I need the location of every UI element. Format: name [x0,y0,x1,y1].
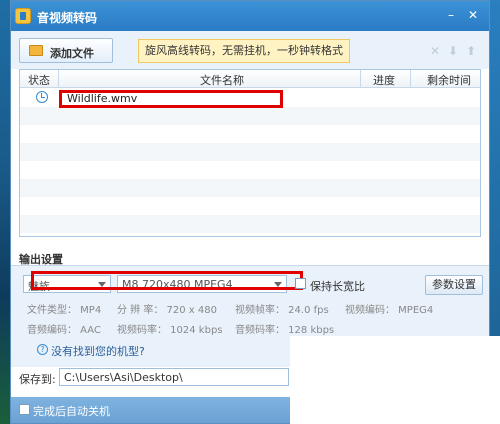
info-video-fps: 视频帧率： 24.0 fps [235,305,329,316]
toolbar: 添加文件 旋风高线转码，无需挂机，一秒钟转格式 ✕ ⬇ ⬆ [11,31,489,69]
empty-row [20,197,480,215]
column-divider [360,70,361,88]
info-audio-codec: 音频编码： AAC [27,325,101,336]
promo-banner[interactable]: 旋风高线转码，无需挂机，一秒钟转格式 [138,39,350,63]
empty-row [20,107,480,125]
format-highlight-box [31,271,303,290]
title-bar[interactable]: 音视频转码 – ✕ [11,1,489,31]
info-file-type: 文件类型： MP4 [27,305,102,316]
keep-ratio-label: 保持长宽比 [310,280,365,293]
clock-icon [36,91,48,103]
column-divider [410,70,411,88]
table-header: 状态 文件名称 进度 剩余时间 [20,70,480,88]
keep-ratio-checkbox[interactable] [295,278,306,289]
close-window-icon[interactable]: ✕ [465,7,481,23]
arrow-up-icon[interactable]: ⬆ [465,45,477,57]
parameter-settings-button[interactable]: 参数设置 [425,275,483,295]
header-status[interactable]: 状态 [28,72,50,88]
empty-row [20,125,480,143]
header-filename[interactable]: 文件名称 [200,72,244,88]
info-audio-bitrate: 音频码率： 128 kbps [235,325,335,336]
file-highlight-box [59,90,283,108]
empty-row [20,215,480,233]
arrow-down-icon[interactable]: ⬇ [447,45,459,57]
auto-shutdown-checkbox[interactable] [19,404,30,415]
empty-row [20,161,480,179]
empty-row [20,179,480,197]
column-divider [58,70,59,88]
blank-overlay [290,336,500,424]
folder-icon [29,45,43,56]
save-path-field[interactable]: C:\Users\Asi\Desktop\ [59,368,289,386]
desktop-background-left [0,0,10,424]
add-file-label: 添加文件 [50,47,94,60]
empty-row [20,143,480,161]
info-resolution: 分 辨 率： 720 x 480 [117,305,217,316]
auto-shutdown-label: 完成后自动关机 [33,405,110,418]
minimize-icon[interactable]: – [443,7,459,23]
window-title: 音视频转码 [37,11,98,25]
save-to-label: 保存到: [19,373,56,386]
app-icon [15,8,31,24]
info-video-codec: 视频编码： MPEG4 [345,305,434,316]
help-icon: ? [37,344,48,355]
device-not-found-link[interactable]: 没有找到您的机型? [51,343,145,359]
header-progress[interactable]: 进度 [373,72,395,88]
header-remaining[interactable]: 剩余时间 [427,72,471,88]
info-video-bitrate: 视频码率： 1024 kbps [117,325,223,336]
close-icon[interactable]: ✕ [429,45,441,57]
add-file-button[interactable]: 添加文件 [19,38,113,63]
